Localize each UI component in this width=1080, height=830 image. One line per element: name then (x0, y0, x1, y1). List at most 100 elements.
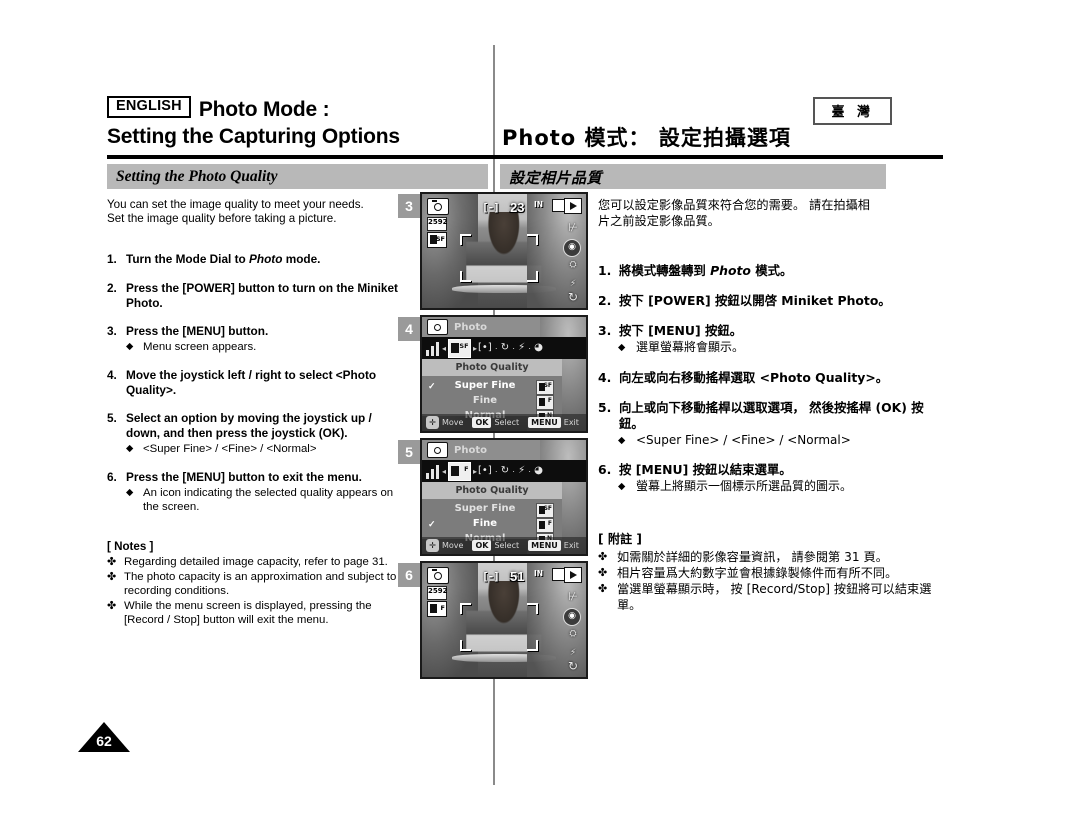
resolution-icon: 2592 (427, 217, 447, 231)
note-3-text: While the menu screen is displayed, pres… (124, 599, 372, 626)
self-timer-icon[interactable]: ↻ (501, 466, 509, 476)
menu-action-label: Exit (563, 418, 579, 427)
left-arrow-icon: ◂ (442, 466, 447, 476)
move-label: Move (442, 418, 464, 427)
manual-page: ENGLISH Photo Mode : Setting the Capturin… (0, 0, 1080, 830)
step-1-text-before-chinese: 將模式轉盤轉到 (619, 263, 711, 278)
dot-separator-icon: · (528, 343, 532, 353)
step-6-sub-chinese: ◆ 螢幕上將顯示一個標示所選品質的圖示。 (598, 479, 948, 495)
step-4-number-chinese: 4. (598, 369, 612, 385)
figure-6-number: 6 (398, 563, 420, 587)
camera-screen-menu-4: Photo ◂ SF ▸ [•] · ↻ · ⚡ · ◕ Photo Quali… (420, 315, 588, 433)
step-1-text-italic: Photo (249, 252, 283, 267)
note-2-text-chinese: 相片容量爲大約數字並會根據錄製條件而有所不同。 (617, 565, 898, 580)
menu-action-label: Exit (563, 541, 579, 550)
step-6-chinese: 6. 按 [MENU] 按鈕以結束選單。 (598, 462, 948, 478)
menu-icon-bar-5: ◂ F ▸ [•] · ↻ · ⚡ · ◕ (422, 460, 586, 482)
step-3-text: Press the [MENU] button. (126, 324, 269, 339)
step-5-sub-chinese: ◆ <Super Fine> / <Fine> / <Normal> (598, 433, 948, 449)
step-3-number: 3. (107, 324, 117, 339)
quality-icon-letter: F (440, 604, 445, 612)
menu-key-badge[interactable]: MENU (528, 417, 561, 428)
playback-button-icon[interactable] (564, 198, 582, 214)
memory-type-label: IN (534, 569, 544, 578)
dot-separator-icon: · (494, 343, 498, 353)
photo-quality-icon-selected[interactable]: F (448, 461, 472, 481)
step-6-sub-text: An icon indicating the selected quality … (143, 486, 394, 513)
focus-icon[interactable]: [•] (478, 466, 492, 476)
menu-mode-title-5: Photo (454, 444, 487, 456)
step-1-english: 1. Turn the Mode Dial to Photo mode. (107, 252, 399, 267)
flash-icon[interactable]: ⚡ (518, 466, 525, 476)
note-1-text: Regarding detailed image capacity, refer… (124, 556, 388, 569)
step-2-text: Press the [POWER] button to turn on the … (126, 281, 398, 310)
white-balance-icon[interactable]: ◕ (534, 343, 543, 353)
step-4-text: Move the joystick left / right to select… (126, 368, 377, 397)
page-header: ENGLISH Photo Mode : Setting the Capturin… (107, 96, 892, 158)
note-1-text-chinese: 如需關於詳細的影像容量資訊， 請參閱第 31 頁。 (617, 549, 888, 564)
option-icon: SF (536, 380, 554, 395)
section-bar-english: Setting the Photo Quality (107, 164, 488, 189)
camera-screen-menu-5: Photo ◂ F ▸ [•] · ↻ · ⚡ · ◕ Photo Qualit… (420, 438, 588, 556)
step-5-number-chinese: 5. (598, 399, 612, 415)
exposure-icon: ◉ (563, 608, 581, 626)
diamond-bullet-icon: ◆ (126, 442, 134, 454)
option-super-fine[interactable]: Super Fine SF (422, 503, 562, 518)
page-number: 62 (96, 733, 112, 749)
diamond-bullet-icon: ◆ (126, 340, 134, 352)
photo-quality-icon-selected[interactable]: SF (448, 338, 472, 358)
focus-icon[interactable]: [•] (478, 343, 492, 353)
option-label: Fine (472, 395, 498, 406)
step-6-sub-english: ◆ An icon indicating the selected quality… (107, 486, 399, 515)
photo-foreground-bar (451, 285, 557, 294)
menu-bottom-bar-4: ✛ Move OK Select MENU Exit (422, 414, 586, 431)
page-title-line2: Setting the Capturing Options (107, 125, 400, 148)
option-icon-letter: SF (543, 505, 552, 512)
english-title-block: ENGLISH Photo Mode : Setting the Capturin… (107, 96, 487, 149)
ok-action-label: Select (494, 418, 520, 427)
joystick-icon: ✛ (426, 416, 439, 429)
step-4-number: 4. (107, 368, 117, 383)
submenu-title-4: Photo Quality (422, 359, 562, 376)
left-arrow-icon: ◂ (442, 343, 447, 353)
menu-title-row-4: Photo (422, 317, 540, 337)
photo-size-icon[interactable] (426, 341, 442, 356)
diamond-bullet-icon: ◆ (618, 481, 626, 492)
self-timer-icon[interactable]: ↻ (501, 343, 509, 353)
step-3-sub-english: ◆ Menu screen appears. (107, 340, 399, 354)
quality-icon-letter: SF (459, 341, 469, 350)
figure-5: 5 Photo ◂ F ▸ [•] · ↻ · ⚡ · ◕ Photo Qual… (398, 438, 593, 556)
clover-bullet-icon: ✤ (598, 549, 608, 563)
step-5-text: Select an option by moving the joystick … (126, 411, 372, 440)
option-fine[interactable]: Fine F (422, 395, 562, 410)
option-fine[interactable]: ✓ Fine F (422, 518, 562, 533)
right-arrow-icon: ▸ (473, 343, 478, 353)
option-icon-letter: SF (543, 382, 552, 389)
autofocus-frame-icon (460, 603, 538, 651)
menu-key-badge[interactable]: MENU (528, 540, 561, 551)
shots-remaining-count: 23 (510, 200, 525, 215)
step-5-sub-text: <Super Fine> / <Fine> / <Normal> (143, 442, 317, 455)
step-5-english: 5. Select an option by moving the joystic… (107, 411, 399, 440)
step-1-text-after-chinese: 模式。 (750, 263, 793, 278)
ok-key-badge[interactable]: OK (472, 540, 492, 551)
photo-size-icon[interactable] (426, 464, 442, 479)
step-3-english: 3. Press the [MENU] button. (107, 324, 399, 339)
figure-5-number: 5 (398, 440, 420, 464)
white-balance-icon[interactable]: ◕ (534, 466, 543, 476)
option-icon: F (536, 395, 554, 410)
flash-icon[interactable]: ⚡ (518, 343, 525, 353)
camera-screen-preview-3: 2592 SF [-] 23 IN ⊬ ◉ ⛭ ⚡ ↻ (420, 192, 588, 310)
photo-mode-icon (427, 319, 448, 335)
menu-bottom-bar-5: ✛ Move OK Select MENU Exit (422, 537, 586, 554)
english-text-column: You can set the image quality to meet yo… (107, 198, 399, 627)
menu-mode-title-4: Photo (454, 321, 487, 333)
step-5-text-chinese: 向上或向下移動搖桿以選取選項， 然後按搖桿 (OK) 按鈕。 (619, 399, 924, 431)
quality-icon: F (427, 601, 447, 617)
playback-button-icon[interactable] (564, 567, 582, 583)
step-6-text: Press the [MENU] button to exit the menu… (126, 469, 362, 484)
dot-separator-icon: · (512, 466, 516, 476)
ok-key-badge[interactable]: OK (472, 417, 492, 428)
option-super-fine[interactable]: ✓ Super Fine SF (422, 380, 562, 395)
photo-foreground-bar (451, 654, 557, 663)
